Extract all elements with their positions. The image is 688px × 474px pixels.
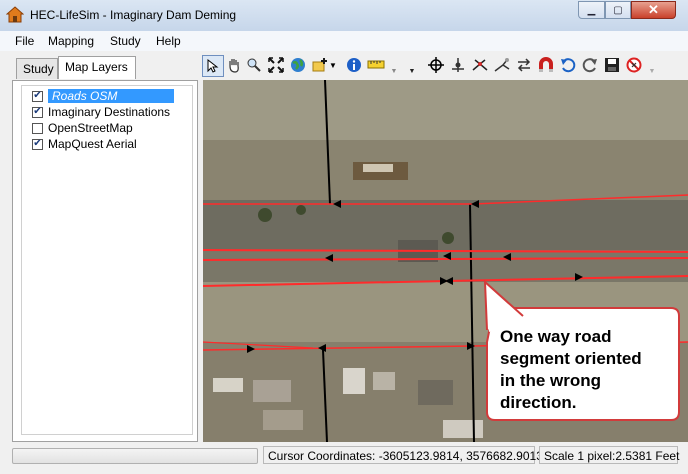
minimize-button[interactable]: ▁	[578, 1, 605, 19]
close-icon: ✕	[648, 2, 659, 17]
redo-button[interactable]	[580, 55, 600, 75]
progress-bar	[12, 448, 258, 464]
info-button[interactable]	[344, 55, 364, 75]
dropdown-arrow-icon: ▼	[390, 67, 398, 75]
select-arrow-icon	[207, 59, 219, 73]
magnet-button[interactable]	[536, 55, 556, 75]
layer-roads-osm[interactable]: ✔ Roads OSM	[32, 88, 196, 104]
add-layer-button[interactable]	[310, 55, 330, 75]
globe-button[interactable]	[288, 55, 308, 75]
status-bar: Cursor Coordinates: -3605123.9814, 35766…	[0, 442, 688, 474]
reverse-direction-icon	[517, 58, 531, 72]
layer-mapquest-aerial[interactable]: ✔ MapQuest Aerial	[32, 136, 196, 152]
zoom-tool-button[interactable]	[244, 55, 264, 75]
dropdown-arrow-icon: ▼	[329, 60, 337, 70]
map-building	[213, 378, 243, 392]
save-icon	[605, 58, 619, 72]
map-building	[443, 420, 483, 438]
close-button[interactable]: ✕	[631, 1, 676, 19]
layer-label: MapQuest Aerial	[48, 137, 137, 151]
maximize-icon: ▢	[613, 4, 623, 16]
zoom-icon	[247, 58, 261, 72]
toolbar-overflow-3[interactable]: ▼	[646, 55, 658, 75]
pan-hand-icon	[229, 59, 239, 73]
menu-file[interactable]: File	[15, 34, 34, 48]
map-building	[263, 410, 303, 430]
app-window: HEC-LifeSim - Imaginary Dam Deming ▁ ▢ ✕…	[0, 0, 688, 474]
layer-checkbox[interactable]: ✔	[32, 138, 43, 150]
menu-help[interactable]: Help	[156, 34, 181, 48]
crosshair-button[interactable]	[426, 55, 446, 75]
layer-checkbox[interactable]: ✔	[32, 90, 43, 102]
split-road-icon	[472, 59, 488, 71]
measure-button[interactable]	[366, 55, 386, 75]
full-extent-icon	[268, 57, 284, 73]
magnet-icon	[539, 57, 553, 72]
reverse-direction-button[interactable]	[514, 55, 534, 75]
layer-label: Imaginary Destinations	[48, 105, 171, 119]
select-tool-button[interactable]	[202, 55, 224, 77]
map-building	[373, 372, 395, 390]
menu-mapping[interactable]: Mapping	[48, 34, 94, 48]
layer-label: OpenStreetMap	[48, 121, 133, 135]
connect-icon	[494, 58, 510, 72]
add-node-icon	[452, 58, 464, 72]
layer-checkbox[interactable]	[32, 122, 43, 134]
map-building	[363, 164, 393, 172]
split-road-button[interactable]	[470, 55, 490, 75]
crosshair-icon	[428, 57, 444, 73]
cancel-edit-icon	[626, 57, 642, 73]
map-building	[343, 368, 365, 394]
map-building	[418, 380, 453, 405]
cancel-edit-button[interactable]	[624, 55, 644, 75]
measure-ruler-icon	[367, 60, 385, 69]
layer-imaginary-destinations[interactable]: ✔ Imaginary Destinations	[32, 104, 196, 120]
redo-icon	[582, 58, 597, 73]
map-building	[253, 380, 291, 402]
title-bar: HEC-LifeSim - Imaginary Dam Deming ▁ ▢ ✕	[0, 0, 688, 32]
save-button[interactable]	[602, 55, 622, 75]
menu-bar: File Mapping Study Help	[0, 31, 688, 51]
layer-tree: ✔ Roads OSM ✔ Imaginary Destinations Ope…	[21, 85, 193, 435]
layer-label: Roads OSM	[48, 89, 174, 103]
connect-button[interactable]	[492, 55, 512, 75]
toolbar-overflow-2[interactable]: ▼	[406, 55, 418, 75]
toolbar-overflow-1[interactable]: ▼	[388, 55, 400, 75]
layer-checkbox[interactable]: ✔	[32, 106, 43, 118]
map-layers-panel: ✔ Roads OSM ✔ Imaginary Destinations Ope…	[12, 80, 198, 442]
globe-icon	[291, 58, 305, 72]
dropdown-arrow-icon: ▼	[648, 67, 656, 75]
window-title: HEC-LifeSim - Imaginary Dam Deming	[30, 8, 237, 22]
dropdown-arrow-icon: ▼	[408, 67, 416, 75]
add-node-button[interactable]	[448, 55, 468, 75]
menu-study[interactable]: Study	[110, 34, 141, 48]
layer-openstreetmap[interactable]: OpenStreetMap	[32, 120, 196, 136]
pan-tool-button[interactable]	[224, 55, 244, 75]
minimize-icon: ▁	[587, 4, 596, 16]
info-icon	[347, 58, 361, 72]
map-toolbar: ▼ ▼ ▼ ▼	[198, 52, 688, 78]
undo-icon	[561, 58, 576, 73]
maximize-button[interactable]: ▢	[605, 1, 631, 19]
cursor-coordinates: Cursor Coordinates: -3605123.9814, 35766…	[263, 446, 543, 464]
app-house-icon	[5, 6, 25, 24]
undo-button[interactable]	[558, 55, 578, 75]
add-layer-icon	[312, 58, 327, 72]
tab-study[interactable]: Study	[16, 58, 58, 79]
add-layer-dropdown[interactable]: ▼	[328, 55, 338, 75]
map-scale: Scale 1 pixel:2.5381 Feet	[539, 446, 679, 464]
full-extent-button[interactable]	[266, 55, 286, 75]
callout-text: One way road segment oriented in the wro…	[500, 327, 642, 412]
tab-map-layers[interactable]: Map Layers	[58, 56, 136, 79]
